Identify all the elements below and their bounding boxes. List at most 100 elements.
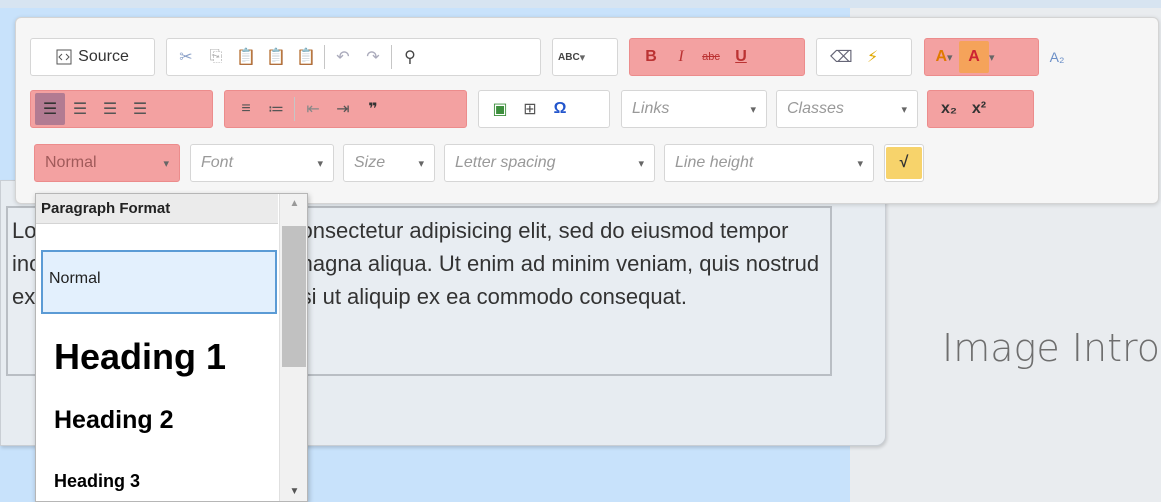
paste-text-icon: 📋: [266, 49, 286, 66]
align-left-button[interactable]: ☰: [35, 93, 65, 125]
align-right-icon: ☰: [102, 101, 118, 118]
special-char-button[interactable]: Ω: [545, 93, 575, 125]
size-combo[interactable]: Size ▾: [343, 144, 435, 182]
align-justify-button[interactable]: ☰: [125, 93, 155, 125]
outdent-icon: ⇤: [306, 101, 320, 118]
format-option-heading-2[interactable]: Heading 2: [42, 406, 278, 435]
outdent-button[interactable]: ⇤: [298, 93, 328, 125]
editor-toolbar: Source ✂ ⎘ 📋 📋 📋 ↶ ↷ ⚲ ABC ▾ B I abc U ⌫ …: [15, 17, 1159, 204]
top-strip: [0, 0, 1161, 8]
bulleted-list-button[interactable]: ≔: [261, 93, 291, 125]
undo-button[interactable]: ↶: [328, 41, 358, 73]
paste-word-button[interactable]: 📋: [291, 41, 321, 73]
insert-group: ▣ ⊞ Ω: [478, 90, 610, 128]
paragraph-format-dropdown: Paragraph Format Normal Heading 1 Headin…: [35, 193, 308, 502]
chevron-down-icon: ▾: [857, 157, 863, 170]
find-button[interactable]: ⚲: [395, 41, 425, 73]
cut-button[interactable]: ✂: [171, 41, 201, 73]
links-placeholder: Links: [632, 100, 670, 117]
align-justify-icon: ☰: [132, 101, 148, 118]
chevron-down-icon: ▾: [901, 103, 907, 116]
image-button[interactable]: ▣: [485, 93, 515, 125]
image-intro-heading: Image Intro: [942, 326, 1160, 370]
blockquote-button[interactable]: ❞: [358, 93, 388, 125]
clipboard-group: ✂ ⎘ 📋 📋 📋 ↶ ↷ ⚲: [166, 38, 541, 76]
copy-button[interactable]: ⎘: [201, 41, 231, 73]
line-height-combo[interactable]: Line height ▾: [664, 144, 874, 182]
bg-color-button[interactable]: A: [959, 41, 989, 73]
chevron-down-icon: ▾: [317, 157, 323, 170]
source-icon: [56, 49, 72, 65]
colors-group: A ▾ A ▾: [924, 38, 1039, 76]
chevron-down-icon: ▾: [638, 157, 644, 170]
strike-label: abc: [702, 51, 720, 63]
text-color-button[interactable]: A ▾: [929, 41, 959, 73]
binoculars-icon: ⚲: [404, 49, 416, 66]
classes-combo[interactable]: Classes ▾: [776, 90, 918, 128]
paste-word-icon: 📋: [296, 49, 316, 66]
paste-button[interactable]: 📋: [231, 41, 261, 73]
indent-button[interactable]: ⇥: [328, 93, 358, 125]
toolbar-separator: [294, 97, 295, 121]
chevron-down-icon[interactable]: ▾: [989, 51, 995, 64]
strike-button[interactable]: abc: [696, 41, 726, 73]
font-size-toggle-button[interactable]: A₂: [1042, 41, 1072, 73]
align-right-button[interactable]: ☰: [95, 93, 125, 125]
line-height-placeholder: Line height: [675, 154, 754, 171]
table-button[interactable]: ⊞: [515, 93, 545, 125]
paste-icon: 📋: [236, 49, 256, 66]
italic-label: I: [678, 48, 684, 65]
spellcheck-button[interactable]: ABC ▾: [553, 41, 590, 73]
superscript-button[interactable]: x²: [964, 93, 994, 125]
links-combo[interactable]: Links ▾: [621, 90, 767, 128]
letter-spacing-placeholder: Letter spacing: [455, 154, 556, 171]
dropdown-scrollbar[interactable]: ▲ ▼: [279, 194, 307, 501]
underline-button[interactable]: U: [726, 41, 756, 73]
chevron-down-icon: ▾: [947, 51, 953, 64]
italic-button[interactable]: I: [666, 41, 696, 73]
format-combo[interactable]: Normal ▾: [34, 144, 180, 182]
format-option-heading-3[interactable]: Heading 3: [42, 471, 278, 492]
source-button[interactable]: Source: [31, 41, 154, 73]
indent-icon: ⇥: [336, 101, 350, 118]
scissors-icon: ✂: [179, 49, 193, 66]
format-option-heading-1[interactable]: Heading 1: [42, 336, 278, 378]
quote-icon: ❞: [368, 101, 378, 118]
numbered-list-button[interactable]: ≡: [231, 93, 261, 125]
classes-placeholder: Classes: [787, 100, 844, 117]
eraser-icon: ⌫: [830, 49, 853, 66]
math-button[interactable]: √: [886, 147, 922, 179]
table-icon: ⊞: [523, 101, 537, 118]
toolbar-separator: [391, 45, 392, 69]
font-combo[interactable]: Font ▾: [190, 144, 334, 182]
bold-button[interactable]: B: [636, 41, 666, 73]
chevron-down-icon: ▾: [579, 51, 586, 64]
font-size-toggle-label: A₂: [1049, 49, 1065, 65]
align-center-icon: ☰: [72, 101, 88, 118]
basic-styles-group: B I abc U: [629, 38, 805, 76]
chevron-down-icon: ▾: [163, 157, 169, 170]
background-color-icon: A: [968, 48, 980, 65]
paste-text-button[interactable]: 📋: [261, 41, 291, 73]
redo-icon: ↷: [366, 49, 380, 66]
scroll-thumb[interactable]: [282, 226, 306, 367]
redo-button[interactable]: ↷: [358, 41, 388, 73]
format-value: Normal: [45, 154, 97, 171]
spellcheck-group: ABC ▾: [552, 38, 618, 76]
underline-label: U: [735, 48, 747, 65]
math-group: √: [884, 144, 924, 182]
scroll-up-icon[interactable]: ▲: [280, 198, 307, 209]
remove-format-button[interactable]: ⌫: [825, 41, 858, 73]
align-center-button[interactable]: ☰: [65, 93, 95, 125]
square-root-icon: √: [899, 154, 909, 171]
chevron-down-icon: ▾: [750, 103, 756, 116]
scroll-down-icon[interactable]: ▼: [280, 486, 307, 497]
format-option-normal[interactable]: Normal: [41, 250, 277, 314]
text-color-icon: A: [935, 48, 948, 65]
subscript-button[interactable]: x₂: [934, 93, 964, 125]
letter-spacing-combo[interactable]: Letter spacing ▾: [444, 144, 655, 182]
copy-format-button[interactable]: ⚡: [858, 41, 888, 73]
dropdown-title: Paragraph Format: [36, 194, 278, 224]
script-group: x₂ x²: [927, 90, 1034, 128]
copy-icon: ⎘: [209, 48, 223, 65]
